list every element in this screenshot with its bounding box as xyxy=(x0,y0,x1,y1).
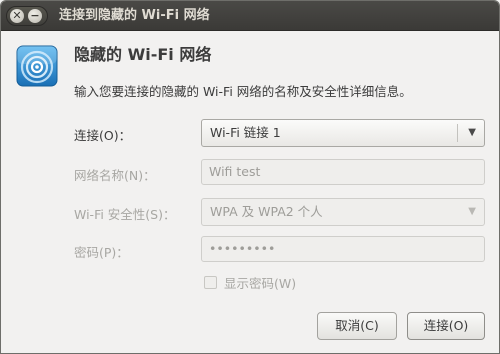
show-password-checkbox[interactable] xyxy=(204,276,217,289)
dialog-window: ✕ − 连接到隐藏的 Wi-Fi 网络 隐藏的 Wi-Fi 网络 输入您要连接的… xyxy=(0,0,500,354)
combo-separator xyxy=(457,124,458,142)
connection-select-value: Wi-Fi 链接 1 xyxy=(210,125,281,140)
password-field[interactable]: ••••••••• xyxy=(201,236,485,262)
cancel-button[interactable]: 取消(C) xyxy=(317,312,397,340)
connect-button[interactable]: 连接(O) xyxy=(407,312,485,340)
password-label: 密码(P)： xyxy=(74,245,129,260)
titlebar: ✕ − 连接到隐藏的 Wi-Fi 网络 xyxy=(1,1,499,31)
minimize-icon[interactable]: − xyxy=(28,9,42,23)
chevron-down-icon: ▼ xyxy=(468,127,476,138)
security-select[interactable]: WPA 及 WPA2 个人 ▼ xyxy=(201,198,485,226)
dialog-description: 输入您要连接的隐藏的 Wi-Fi 网络的名称及安全性详细信息。 xyxy=(74,84,412,99)
connection-select[interactable]: Wi-Fi 链接 1 ▼ xyxy=(201,119,485,147)
window-title: 连接到隐藏的 Wi-Fi 网络 xyxy=(59,8,210,23)
connection-label: 连接(O)： xyxy=(74,128,132,143)
close-icon[interactable]: ✕ xyxy=(10,9,24,23)
show-password-label: 显示密码(W) xyxy=(224,276,297,291)
chevron-down-icon: ▼ xyxy=(468,206,476,217)
dialog-heading: 隐藏的 Wi-Fi 网络 xyxy=(74,45,212,64)
wifi-icon xyxy=(16,45,58,87)
show-password-row[interactable]: 显示密码(W) xyxy=(204,273,296,292)
security-label: Wi-Fi 安全性(S)： xyxy=(74,207,176,222)
network-name-label: 网络名称(N)： xyxy=(74,168,156,183)
network-name-field[interactable]: Wifi test xyxy=(201,159,485,185)
security-select-value: WPA 及 WPA2 个人 xyxy=(210,204,323,219)
window-controls: ✕ − xyxy=(6,6,48,26)
